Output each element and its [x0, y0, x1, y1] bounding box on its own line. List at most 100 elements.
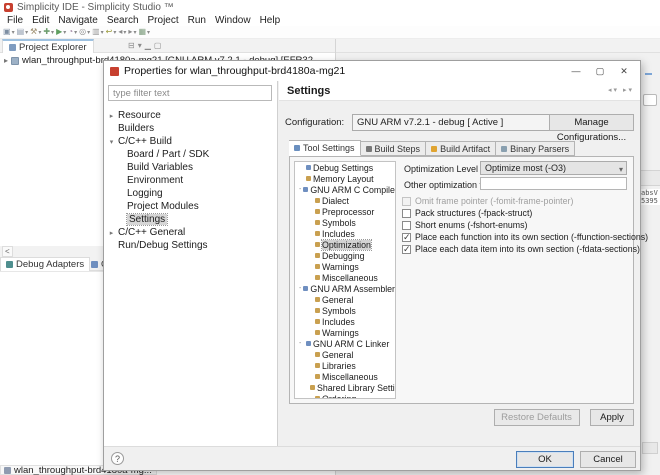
checkbox[interactable]	[402, 245, 411, 254]
tool-tree-item[interactable]: Symbols	[295, 305, 395, 316]
configuration-select[interactable]: GNU ARM v7.2.1 - debug [ Active ]	[352, 114, 558, 131]
tool-tree-item[interactable]: Warnings	[295, 327, 395, 338]
collapse-all-icon[interactable]: ⊟	[128, 41, 135, 50]
menu-item[interactable]: Window	[211, 15, 255, 26]
minimize-icon[interactable]: —	[564, 61, 588, 81]
expand-arrow-icon[interactable]: ▸	[108, 112, 115, 120]
checkbox[interactable]	[402, 209, 411, 218]
tool-tree-item[interactable]: - GNU ARM Assembler	[295, 283, 395, 294]
restore-defaults-button[interactable]: Restore Defaults	[494, 409, 580, 426]
checkbox[interactable]	[402, 221, 411, 230]
tab-debug-adapters[interactable]: Debug Adapters	[0, 257, 90, 271]
help-button[interactable]: ?	[111, 452, 124, 465]
toolbar-button[interactable]: ▸ ▾	[128, 28, 136, 36]
toolbar-button[interactable]: ▣ ▾	[3, 28, 15, 36]
tool-tree-item[interactable]: Includes	[295, 316, 395, 327]
tool-tree-item[interactable]: General	[295, 294, 395, 305]
filter-input[interactable]	[108, 85, 272, 101]
apply-button[interactable]: Apply	[590, 409, 634, 426]
dialog-titlebar[interactable]: Properties for wlan_throughput-brd4180a-…	[104, 61, 640, 81]
tool-tree-item[interactable]: Memory Layout	[295, 173, 395, 184]
tool-tree-item[interactable]: Preprocessor	[295, 206, 395, 217]
tree-item[interactable]: ▸ Resource	[104, 109, 277, 122]
chevron-down-icon[interactable]: ▾	[113, 29, 116, 36]
option-checkbox-row[interactable]: Omit frame pointer (-fomit-frame-pointer…	[402, 195, 631, 207]
option-checkbox-row[interactable]: Place each function into its own section…	[402, 231, 631, 243]
ok-button[interactable]: OK	[516, 451, 574, 468]
toolbar-button[interactable]: ◂ ▾	[118, 28, 126, 36]
scroll-left-icon[interactable]: <	[2, 246, 13, 257]
menu-item[interactable]: Project	[144, 15, 183, 26]
maximize-view-icon[interactable]: ▢	[154, 41, 162, 50]
tree-item[interactable]: Settings	[104, 213, 277, 226]
menu-item[interactable]: File	[3, 15, 27, 26]
page-nav-icons[interactable]: ◂▾ ▸▾	[608, 86, 634, 94]
settings-tab[interactable]: Build Steps	[361, 141, 427, 156]
checkbox[interactable]	[402, 197, 411, 206]
chevron-down-icon[interactable]: ▾	[51, 29, 54, 36]
tree-item[interactable]: ▸ C/C++ General	[104, 226, 277, 239]
settings-tab[interactable]: Binary Parsers	[496, 141, 575, 156]
toolbar-button[interactable]: ⚒ ▾	[30, 28, 41, 36]
settings-tab[interactable]: Tool Settings	[289, 140, 361, 156]
tree-item[interactable]: Project Modules	[104, 200, 277, 213]
toolbar-button[interactable]: ↩ ▾	[106, 28, 117, 36]
maximize-icon[interactable]: ▢	[588, 61, 612, 81]
tool-tree-item[interactable]: Debugging	[295, 250, 395, 261]
chevron-down-icon[interactable]: ▾	[63, 29, 66, 36]
option-checkbox-row[interactable]: Short enums (-fshort-enums)	[402, 219, 631, 231]
tool-tree-item[interactable]: Warnings	[295, 261, 395, 272]
option-checkbox-row[interactable]: Place each data item into its own sectio…	[402, 243, 631, 255]
chevron-down-icon[interactable]: ▾	[147, 29, 150, 36]
toolbar-button[interactable]: ✚ ▾	[43, 28, 54, 36]
tree-item[interactable]: Board / Part / SDK	[104, 148, 277, 161]
tab-project-explorer[interactable]: Project Explorer	[2, 39, 94, 53]
tree-item[interactable]: Environment	[104, 174, 277, 187]
expand-arrow-icon[interactable]: ▸	[108, 229, 115, 237]
expand-arrow-icon[interactable]: ▸	[4, 56, 8, 65]
settings-tab[interactable]: Build Artifact	[426, 141, 496, 156]
expand-icon[interactable]: -	[299, 285, 301, 292]
tool-tree-item[interactable]: Miscellaneous	[295, 371, 395, 382]
toolbar-button[interactable]: ◎ ▾	[79, 28, 90, 36]
checkbox[interactable]	[402, 233, 411, 242]
option-checkbox-row[interactable]: Pack structures (-fpack-struct)	[402, 207, 631, 219]
tree-item[interactable]: Builders	[104, 122, 277, 135]
other-flags-input[interactable]	[480, 177, 627, 190]
chevron-down-icon[interactable]: ▾	[25, 29, 28, 36]
menu-item[interactable]: Search	[103, 15, 143, 26]
tool-tree-item[interactable]: - GNU ARM C Compiler	[295, 184, 395, 195]
chevron-down-icon[interactable]: ▾	[38, 29, 41, 36]
menu-item[interactable]: Navigate	[54, 15, 101, 26]
toolbar-button[interactable]: ▥ ▾	[92, 28, 104, 36]
toolbar-button[interactable]: ▶ ▾	[56, 28, 66, 36]
manage-configurations-button[interactable]: Manage Configurations...	[549, 114, 634, 131]
tree-item[interactable]: ▾ C/C++ Build	[104, 135, 277, 148]
menu-item[interactable]: Help	[256, 15, 285, 26]
expand-icon[interactable]: -	[299, 186, 301, 193]
tool-tree-item[interactable]: Miscellaneous	[295, 272, 395, 283]
close-icon[interactable]: ✕	[612, 61, 636, 81]
view-menu-icon[interactable]: ▾	[138, 41, 142, 50]
menu-item[interactable]: Run	[184, 15, 210, 26]
chevron-down-icon[interactable]: ▾	[133, 29, 136, 36]
tool-tree-item[interactable]: Includes	[295, 228, 395, 239]
optimization-level-select[interactable]: Optimize most (-O3)	[480, 161, 627, 175]
toolbar-button[interactable]: ◔ ▾	[68, 28, 77, 36]
tool-tree-item[interactable]: Ordering	[295, 393, 395, 399]
tool-tree-item[interactable]: Optimization	[295, 239, 395, 250]
chevron-down-icon[interactable]: ▾	[74, 29, 77, 36]
tool-tree-item[interactable]: Shared Library Settings	[295, 382, 395, 393]
cancel-button[interactable]: Cancel	[580, 451, 636, 468]
minimize-view-icon[interactable]: ▁	[145, 41, 151, 50]
chevron-down-icon[interactable]: ▾	[101, 29, 104, 36]
tool-tree-item[interactable]: Libraries	[295, 360, 395, 371]
toolbar-button[interactable]: ▤ ▾	[17, 28, 29, 36]
tree-item[interactable]: Build Variables	[104, 161, 277, 174]
tree-item[interactable]: Run/Debug Settings	[104, 239, 277, 252]
tool-tree-item[interactable]: Symbols	[295, 217, 395, 228]
tool-tree-item[interactable]: Dialect	[295, 195, 395, 206]
menu-item[interactable]: Edit	[28, 15, 53, 26]
chevron-down-icon[interactable]: ▾	[12, 29, 15, 36]
chevron-down-icon[interactable]: ▾	[87, 29, 90, 36]
